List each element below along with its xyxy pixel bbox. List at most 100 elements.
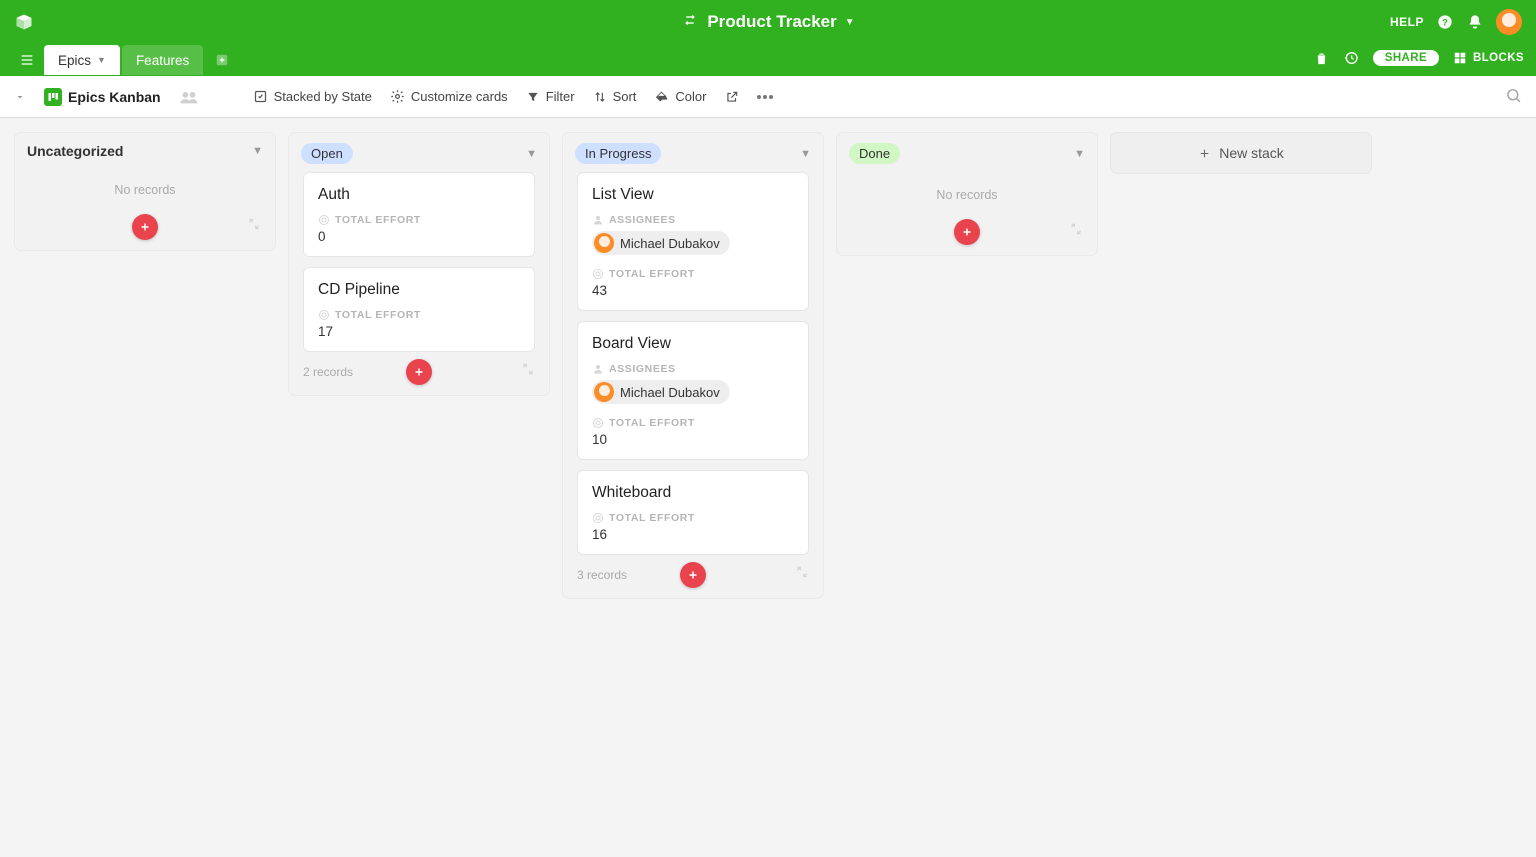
column-header: Uncategorized ▼ (15, 133, 275, 167)
column-title[interactable]: Done (849, 143, 900, 164)
card-title: CD Pipeline (318, 281, 520, 299)
workspace-title-wrap: Product Tracker ▼ (0, 11, 1536, 34)
column-footer: . (15, 207, 275, 250)
add-card-button[interactable] (954, 219, 980, 245)
assignees-label: ASSIGNEES (592, 214, 794, 226)
tab-label: Epics (58, 53, 91, 68)
card-title: Board View (592, 335, 794, 353)
column-open: Open ▼ Auth TOTAL EFFORT 0 CD Pipeline TOTAL E… (288, 132, 550, 396)
stacked-by-button[interactable]: Stacked by State (253, 89, 372, 104)
chevron-down-icon[interactable]: ▼ (1074, 148, 1085, 160)
sort-button[interactable]: Sort (593, 89, 637, 104)
card[interactable]: List View ASSIGNEES Michael Dubakov TOTAL E… (577, 172, 809, 311)
cards-list: List View ASSIGNEES Michael Dubakov TOTAL E… (563, 172, 823, 555)
bell-icon[interactable] (1466, 13, 1484, 31)
user-avatar[interactable] (1496, 9, 1522, 35)
no-records-label: No records (837, 172, 1097, 212)
column-footer: 3 records (563, 555, 823, 598)
chevron-down-icon[interactable]: ▼ (97, 55, 106, 65)
tab-epics[interactable]: Epics ▼ (44, 45, 120, 75)
chevron-down-icon[interactable]: ▼ (800, 148, 811, 160)
record-count: 2 records (303, 365, 353, 379)
column-header: Open ▼ (289, 133, 549, 172)
column-title[interactable]: Uncategorized (27, 143, 123, 159)
new-stack-label: New stack (1219, 145, 1284, 161)
chevron-down-icon[interactable]: ▼ (526, 148, 537, 160)
history-icon[interactable] (1343, 50, 1359, 66)
chevron-down-icon[interactable]: ▼ (252, 145, 263, 157)
add-tab-button[interactable] (209, 47, 235, 73)
total-effort-value: 43 (592, 283, 794, 298)
app-header: Product Tracker ▼ HELP ? (0, 0, 1536, 44)
current-view[interactable]: Epics Kanban (44, 88, 161, 106)
customize-cards-button[interactable]: Customize cards (390, 89, 508, 104)
total-effort-label: TOTAL EFFORT (318, 214, 520, 226)
color-button[interactable]: Color (654, 89, 706, 104)
chevron-down-icon[interactable]: ▼ (845, 17, 855, 28)
column-done: Done▼No records. (836, 132, 1098, 256)
filter-button[interactable]: Filter (526, 89, 575, 104)
share-view-icon[interactable] (725, 90, 739, 104)
total-effort-value: 10 (592, 432, 794, 447)
collapse-column-icon[interactable] (521, 362, 535, 381)
assignee-avatar (594, 382, 614, 402)
column-header: Done ▼ (837, 133, 1097, 172)
assignee-name: Michael Dubakov (620, 236, 720, 251)
collapse-views-button[interactable] (14, 91, 26, 103)
collapse-column-icon[interactable] (1069, 222, 1083, 241)
hamburger-icon[interactable] (12, 45, 42, 75)
card[interactable]: CD Pipeline TOTAL EFFORT 17 (303, 267, 535, 352)
total-effort-label: TOTAL EFFORT (592, 268, 794, 280)
tabs-bar: Epics ▼ Features SHARE BLOCKS (0, 44, 1536, 76)
new-stack-button[interactable]: New stack (1110, 132, 1372, 174)
card-title: List View (592, 186, 794, 204)
view-name: Epics Kanban (68, 89, 161, 105)
help-icon[interactable]: ? (1436, 13, 1454, 31)
app-logo-icon[interactable] (14, 12, 34, 32)
assignee-avatar (594, 233, 614, 253)
total-effort-value: 17 (318, 324, 520, 339)
header-right: HELP ? (1390, 9, 1522, 35)
card[interactable]: WhiteboardTOTAL EFFORT16 (577, 470, 809, 555)
column-footer: 2 records (289, 352, 549, 395)
trash-icon[interactable] (1314, 51, 1329, 66)
card[interactable]: Board ViewASSIGNEESMichael DubakovTOTAL … (577, 321, 809, 460)
column-title[interactable]: Open (301, 143, 353, 164)
column-in_progress: In Progress ▼ List View ASSIGNEES Michael Du… (562, 132, 824, 599)
add-card-button[interactable] (406, 359, 432, 385)
svg-text:?: ? (1442, 17, 1448, 27)
swap-icon (681, 11, 699, 34)
view-toolbar: Epics Kanban Stacked by State Customize … (0, 76, 1536, 118)
more-menu-icon[interactable] (757, 95, 773, 99)
total-effort-label: TOTAL EFFORT (318, 309, 520, 321)
blocks-label: BLOCKS (1473, 52, 1524, 64)
assignees-label: ASSIGNEES (592, 363, 794, 375)
workspace-title[interactable]: Product Tracker (707, 12, 836, 32)
help-link[interactable]: HELP (1390, 15, 1424, 29)
column-uncategorized: Uncategorized ▼ No records. (14, 132, 276, 251)
kanban-view-icon (44, 88, 62, 106)
total-effort-value: 16 (592, 527, 794, 542)
column-title[interactable]: In Progress (575, 143, 661, 164)
assignee-name: Michael Dubakov (620, 385, 720, 400)
share-button[interactable]: SHARE (1373, 50, 1439, 66)
assignee-pill[interactable]: Michael Dubakov (592, 231, 730, 255)
card-title: Auth (318, 186, 520, 204)
tab-label: Features (136, 53, 189, 68)
total-effort-value: 0 (318, 229, 520, 244)
tab-features[interactable]: Features (122, 45, 203, 75)
total-effort-label: TOTAL EFFORT (592, 512, 794, 524)
blocks-button[interactable]: BLOCKS (1453, 51, 1524, 65)
kanban-board: Uncategorized ▼ No records. Open ▼ Auth TOTAL … (0, 118, 1536, 857)
add-card-button[interactable] (680, 562, 706, 588)
collapse-column-icon[interactable] (795, 565, 809, 584)
assignee-pill[interactable]: Michael Dubakov (592, 380, 730, 404)
add-card-button[interactable] (132, 214, 158, 240)
record-count: 3 records (577, 568, 627, 582)
search-icon[interactable] (1505, 87, 1522, 107)
no-records-label: No records (15, 167, 275, 207)
collapse-column-icon[interactable] (247, 217, 261, 236)
cards-list: Auth TOTAL EFFORT 0 CD Pipeline TOTAL EFFORT… (289, 172, 549, 352)
collaborators-icon[interactable] (179, 89, 199, 105)
card[interactable]: Auth TOTAL EFFORT 0 (303, 172, 535, 257)
